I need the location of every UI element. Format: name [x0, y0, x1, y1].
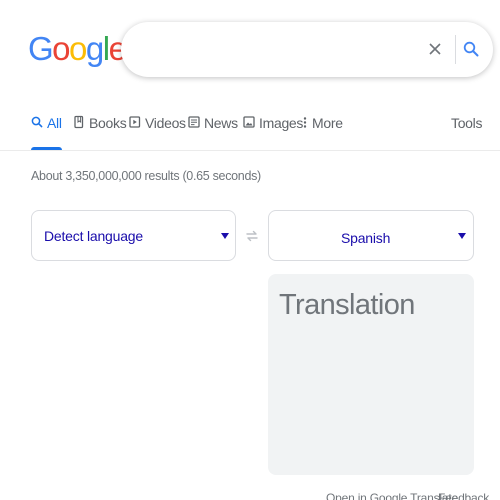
search-icon [31, 115, 43, 129]
tab-all[interactable]: All [31, 112, 62, 150]
feedback-link[interactable]: Feedback [438, 491, 489, 500]
tabs-divider [0, 150, 500, 151]
search-bar [121, 22, 493, 77]
close-icon [429, 43, 441, 55]
swap-languages-button[interactable] [242, 226, 262, 246]
image-icon [243, 115, 255, 129]
swap-icon [246, 230, 258, 242]
google-logo[interactable]: Google [28, 30, 127, 67]
search-tabs: All Books Videos News Images More Tools [0, 112, 500, 150]
source-language-label: Detect language [44, 228, 143, 244]
caret-down-icon [458, 233, 466, 239]
search-input[interactable] [143, 38, 423, 62]
tab-more[interactable]: More [302, 112, 343, 150]
play-icon [129, 115, 141, 129]
translation-output: Translation [268, 274, 474, 475]
caret-down-icon [221, 233, 229, 239]
logo-letter: o [69, 30, 87, 67]
tab-videos[interactable]: Videos [129, 112, 186, 150]
tab-news[interactable]: News [188, 112, 238, 150]
tab-label: Images [259, 115, 304, 131]
tab-label: More [312, 115, 343, 131]
logo-letter: G [28, 30, 54, 67]
result-stats: About 3,350,000,000 results (0.65 second… [31, 169, 261, 183]
tools-label: Tools [451, 115, 483, 131]
search-icon [463, 41, 479, 57]
tab-label: Videos [145, 115, 186, 131]
clear-search-button[interactable] [422, 36, 448, 62]
tab-label: All [47, 115, 62, 131]
search-button[interactable] [456, 36, 486, 62]
tab-images[interactable]: Images [243, 112, 303, 150]
tab-label: News [204, 115, 238, 131]
translation-placeholder: Translation [279, 289, 415, 321]
logo-letter: g [85, 30, 104, 67]
tab-books[interactable]: Books [73, 112, 127, 150]
tools-button[interactable]: Tools [451, 112, 482, 150]
book-icon [73, 115, 85, 129]
logo-letter: o [52, 30, 70, 67]
target-language-label: Spanish [341, 230, 391, 246]
newspaper-icon [188, 115, 200, 129]
tab-label: Books [89, 115, 127, 131]
more-vert-icon [302, 115, 308, 129]
source-language-select[interactable]: Detect language [31, 210, 236, 261]
target-language-select[interactable]: Spanish [268, 210, 474, 261]
